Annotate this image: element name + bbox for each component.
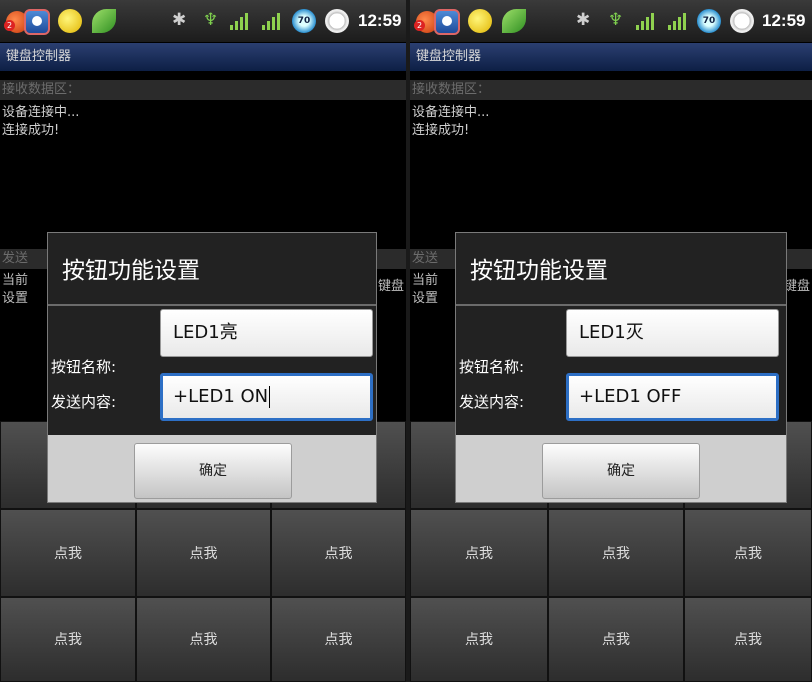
current-setting-text: 当前 设置 — [2, 273, 29, 306]
3g-signal-icon — [636, 12, 656, 30]
name-label: 按钮名称: — [51, 358, 117, 376]
log-line: 设备连接中... — [412, 105, 490, 120]
status-bar: 2 ✱ ♆ 70 12:59 — [410, 0, 812, 42]
key-button[interactable]: 点我 — [271, 597, 406, 682]
content-label: 发送内容: — [459, 393, 525, 411]
leaf-icon[interactable] — [92, 9, 116, 33]
key-button[interactable]: 点我 — [410, 597, 548, 682]
keyboard-label: 键盘 — [377, 279, 404, 294]
log-line: 连接成功! — [412, 123, 470, 138]
receive-area-header: 接收数据区： — [410, 80, 812, 100]
key-button[interactable]: 点我 — [0, 597, 136, 682]
dialog-title: 按钮功能设置 — [470, 258, 608, 284]
app-title: 键盘控制器 — [0, 43, 406, 71]
battery-70-icon: 70 — [697, 9, 721, 33]
key-button[interactable]: 点我 — [136, 597, 271, 682]
button-settings-dialog: 按钮功能设置 按钮名称: LED1灭 发送内容: +LED1 OFF 确定 — [455, 232, 787, 503]
text-caret — [269, 386, 271, 408]
receive-log: 设备连接中... 连接成功! — [412, 104, 489, 140]
key-button[interactable]: 点我 — [684, 597, 812, 682]
send-content-field[interactable]: +LED1 ON — [160, 373, 373, 421]
button-settings-dialog: 按钮功能设置 按钮名称: LED1亮 发送内容: +LED1 ON 确定 — [47, 232, 377, 503]
bluetooth-icon: ✱ — [576, 10, 591, 30]
send-content-field[interactable]: +LED1 OFF — [566, 373, 779, 421]
current-setting-text: 当前 设置 — [412, 273, 439, 306]
status-time: 12:59 — [762, 11, 806, 30]
media-player-icon[interactable] — [24, 9, 50, 35]
content-label: 发送内容: — [51, 393, 117, 411]
button-name-field[interactable]: LED1亮 — [160, 309, 373, 357]
bluetooth-icon: ✱ — [172, 10, 187, 30]
keyboard-label: 键盘 — [783, 279, 810, 294]
app-title: 键盘控制器 — [410, 43, 812, 71]
confirm-button[interactable]: 确定 — [542, 443, 700, 499]
dialog-footer: 确定 — [48, 435, 376, 502]
usb-icon: ♆ — [203, 10, 219, 30]
lemon-icon[interactable] — [468, 9, 492, 33]
dialog-footer: 确定 — [456, 435, 786, 502]
key-button[interactable]: 点我 — [0, 509, 136, 597]
usb-icon: ♆ — [608, 10, 624, 30]
phone-screen-left: 2 ✱ ♆ 70 12:59 键盘控制器 接收数据区： 设备连接中... 连接成… — [0, 0, 406, 682]
alarm-clock-icon — [730, 9, 754, 33]
alarm-clock-icon — [325, 9, 349, 33]
cell-signal-icon — [262, 12, 282, 30]
3g-signal-icon — [230, 12, 250, 30]
confirm-button[interactable]: 确定 — [134, 443, 292, 499]
receive-area-header: 接收数据区： — [0, 80, 406, 100]
media-player-icon[interactable] — [434, 9, 460, 35]
receive-log: 设备连接中... 连接成功! — [2, 104, 79, 140]
name-label: 按钮名称: — [459, 358, 525, 376]
leaf-icon[interactable] — [502, 9, 526, 33]
phone-screen-right: 2 ✱ ♆ 70 12:59 键盘控制器 接收数据区： 设备连接中... 连接成… — [410, 0, 812, 682]
dialog-divider — [456, 304, 786, 306]
status-time: 12:59 — [358, 11, 402, 30]
key-button[interactable]: 点我 — [271, 509, 406, 597]
cell-signal-icon — [668, 12, 688, 30]
log-line: 连接成功! — [2, 123, 60, 138]
dialog-title: 按钮功能设置 — [62, 258, 200, 284]
key-button[interactable]: 点我 — [684, 509, 812, 597]
status-bar: 2 ✱ ♆ 70 12:59 — [0, 0, 406, 42]
lemon-icon[interactable] — [58, 9, 82, 33]
key-button[interactable]: 点我 — [548, 509, 684, 597]
key-button[interactable]: 点我 — [410, 509, 548, 597]
key-button[interactable]: 点我 — [548, 597, 684, 682]
log-line: 设备连接中... — [2, 105, 80, 120]
key-button[interactable]: 点我 — [136, 509, 271, 597]
battery-70-icon: 70 — [292, 9, 316, 33]
dialog-divider — [48, 304, 376, 306]
button-name-field[interactable]: LED1灭 — [566, 309, 779, 357]
